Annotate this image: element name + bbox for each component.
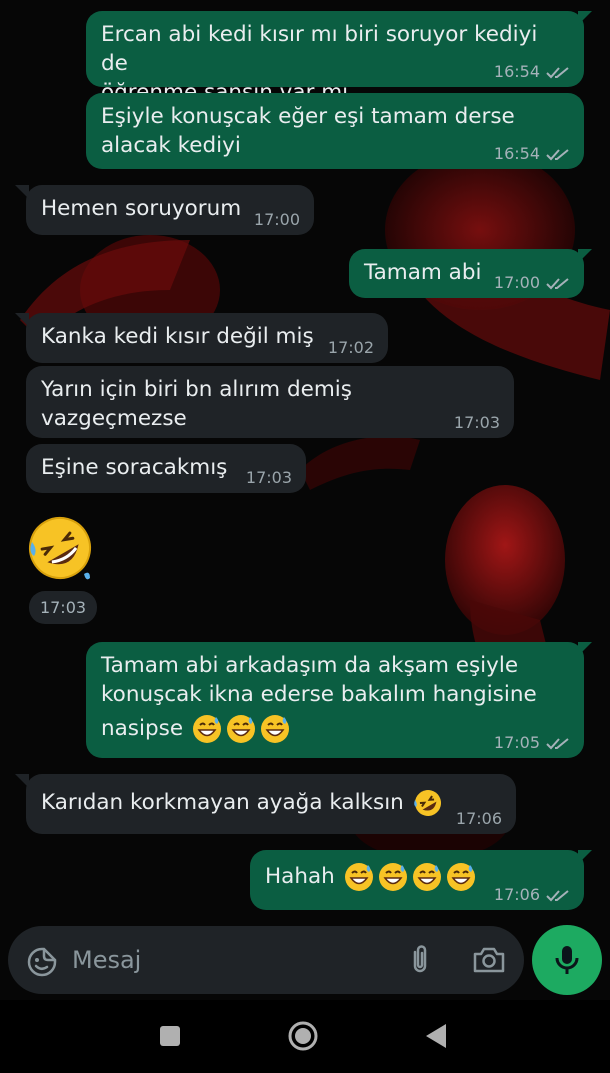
message-text: Yarın için biri bn alırım demiş vazgeçme… <box>41 377 352 431</box>
microphone-icon <box>555 946 579 974</box>
grinning-sweat-emoji <box>192 715 221 743</box>
message-text: konuşcak ikna ederse bakalım hangisine <box>101 682 537 707</box>
message-time: 17:06 <box>493 885 540 904</box>
message-text: Eşiyle konuşcak eğer eşi tamam derse <box>101 104 515 129</box>
rolling-on-floor-laughing-emoji[interactable] <box>24 512 96 584</box>
message-meta: 17:00 <box>494 274 570 292</box>
message-time: 17:05 <box>493 733 540 752</box>
message-meta: 16:54 <box>494 145 570 163</box>
bubble-tail <box>578 850 592 864</box>
message-time: 17:03 <box>29 591 97 624</box>
message-time: 17:02 <box>327 338 374 357</box>
message-time: 16:54 <box>493 144 540 163</box>
rolling-on-floor-laughing-emoji <box>413 790 441 816</box>
message-input[interactable]: Mesaj <box>72 946 141 974</box>
message-time: 17:00 <box>253 210 300 229</box>
message-meta: 16:54 <box>494 63 570 81</box>
message-meta: 17:05 <box>494 734 570 752</box>
message-text: Karıdan korkmayan ayağa kalksın <box>41 790 404 815</box>
read-receipt-icon <box>546 737 569 749</box>
message-time: 17:06 <box>455 809 502 828</box>
bubble-tail <box>15 313 29 327</box>
message-bubble-outgoing[interactable]: Ercan abi kedi kısır mı biri soruyor ked… <box>86 11 584 105</box>
grinning-sweat-emoji <box>226 715 255 743</box>
message-time: 17:03 <box>245 468 292 487</box>
camera-icon[interactable] <box>471 944 507 976</box>
read-receipt-icon <box>546 66 569 78</box>
message-bubble-incoming[interactable]: Kanka kedi kısır değil miş 17:02 <box>26 313 388 363</box>
attach-paperclip-icon[interactable] <box>404 944 436 976</box>
bubble-tail <box>15 185 29 199</box>
message-time: 17:00 <box>493 273 540 292</box>
bubble-tail <box>578 642 592 656</box>
message-time: 16:54 <box>493 62 540 81</box>
message-bubble-incoming[interactable]: Karıdan korkmayan ayağa kalksın 17:06 <box>26 774 516 834</box>
message-bubble-incoming[interactable]: Hemen soruyorum 17:00 <box>26 185 314 235</box>
message-text: Tamam abi arkadaşım da akşam eşiyle <box>101 653 519 678</box>
grinning-sweat-emoji <box>446 863 475 891</box>
message-bubble-outgoing[interactable]: Tamam abi 17:00 <box>349 249 584 298</box>
message-composer[interactable]: Mesaj <box>8 926 524 994</box>
read-receipt-icon <box>546 277 569 289</box>
voice-record-button[interactable] <box>532 925 602 995</box>
grinning-sweat-emoji <box>344 863 373 891</box>
bubble-tail <box>15 774 29 788</box>
grinning-sweat-emoji <box>412 863 441 891</box>
message-meta: 17:06 <box>494 886 570 904</box>
grinning-sweat-emoji <box>260 715 289 743</box>
recents-square-icon[interactable] <box>158 1024 182 1048</box>
grinning-sweat-emoji <box>378 863 407 891</box>
system-navigation-bar <box>0 1000 610 1073</box>
back-triangle-icon[interactable] <box>424 1022 448 1050</box>
message-time: 17:03 <box>453 413 500 432</box>
message-text: Kanka kedi kısır değil miş <box>41 324 314 349</box>
sticker-icon[interactable] <box>26 946 58 978</box>
message-text: Hahah <box>265 864 335 889</box>
home-circle-icon[interactable] <box>287 1020 319 1052</box>
message-text: nasipse <box>101 716 184 741</box>
message-text-line: Karıdan korkmayan ayağa kalksın <box>41 787 502 819</box>
bubble-tail <box>578 11 592 25</box>
message-bubble-outgoing[interactable]: Eşiyle konuşcak eğer eşi tamam derse ala… <box>86 93 584 169</box>
bubble-tail <box>578 249 592 263</box>
message-bubble-outgoing[interactable]: Hahah 17:06 <box>250 850 584 910</box>
message-bubble-incoming[interactable]: Eşine soracakmış 17:03 <box>26 444 306 493</box>
read-receipt-icon <box>546 148 569 160</box>
message-bubble-outgoing[interactable]: Tamam abi arkadaşım da akşam eşiyle konu… <box>86 642 584 758</box>
message-bubble-incoming[interactable]: Yarın için biri bn alırım demiş vazgeçme… <box>26 366 514 438</box>
read-receipt-icon <box>546 889 569 901</box>
